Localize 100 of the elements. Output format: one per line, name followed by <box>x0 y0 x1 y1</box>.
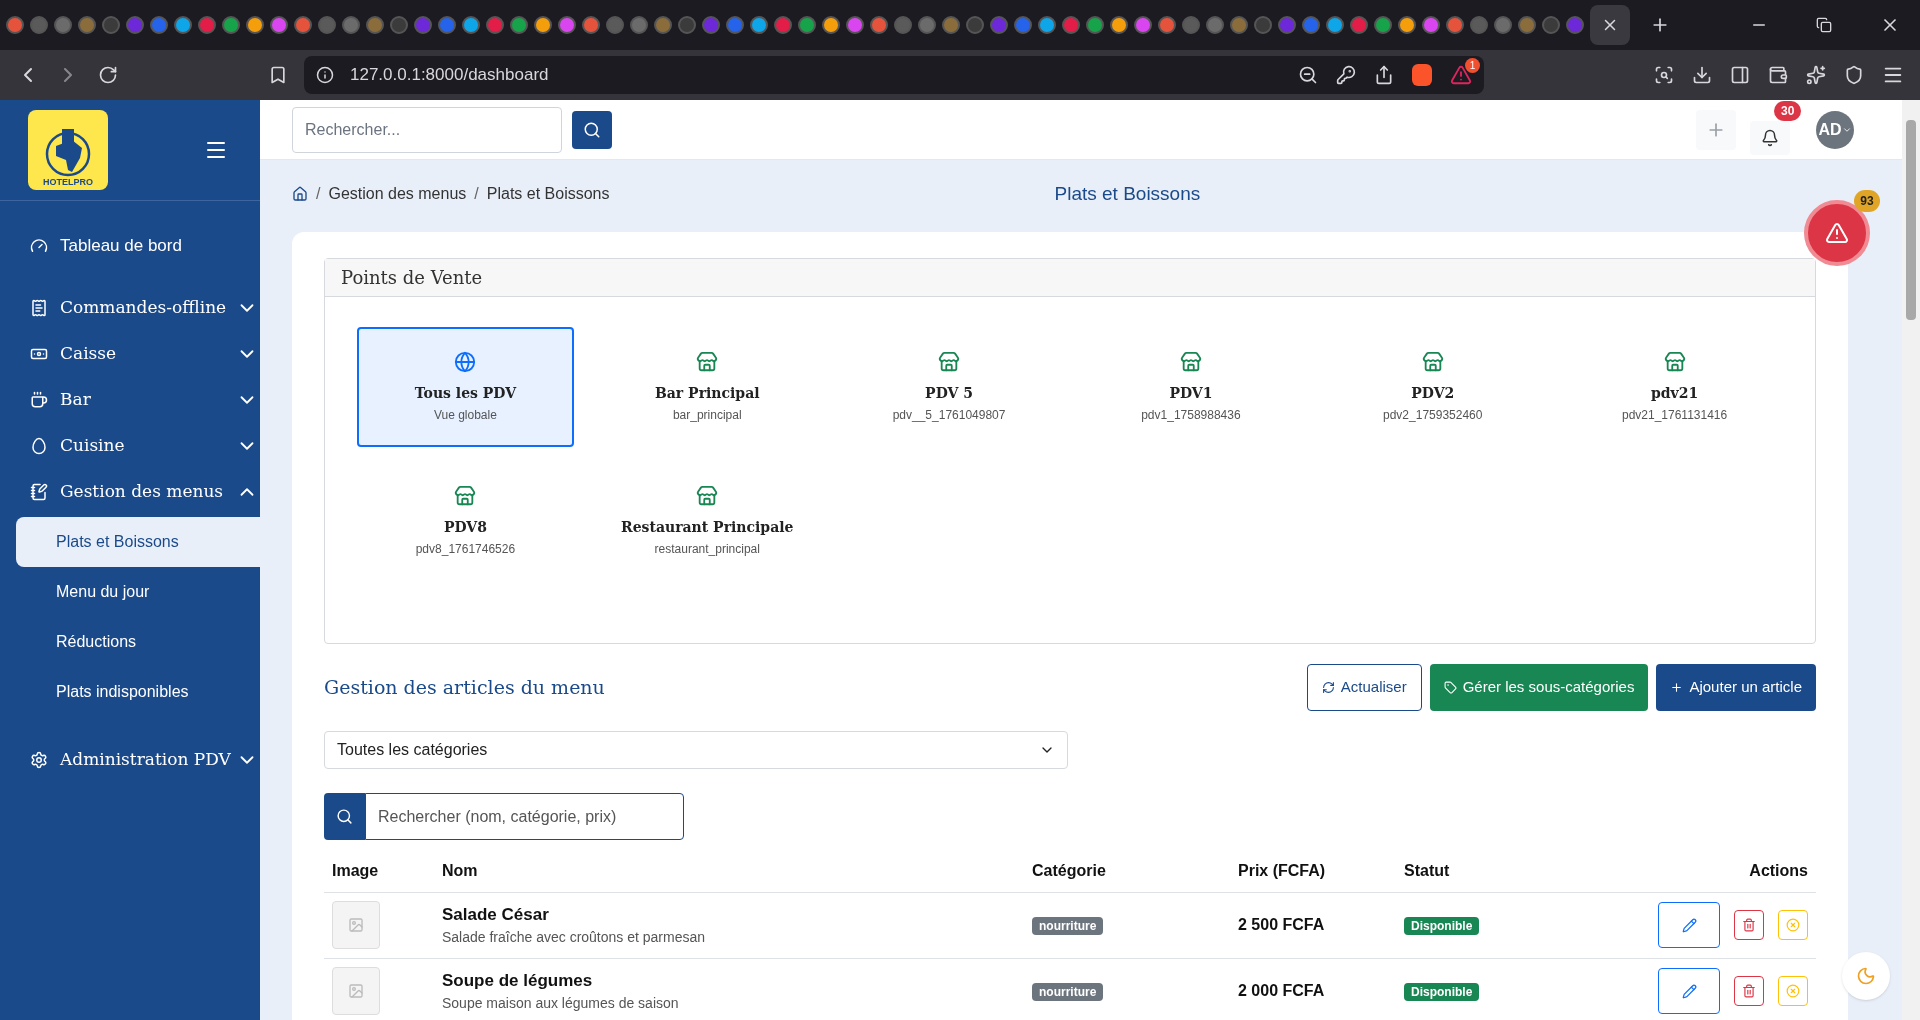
sidebar-subitem[interactable]: Plats indisponibles <box>16 667 260 717</box>
tab-favicon-icon[interactable] <box>534 16 552 34</box>
tab-favicon-icon[interactable] <box>174 16 192 34</box>
tab-favicon-icon[interactable] <box>1038 16 1056 34</box>
zoom-out-icon[interactable] <box>1298 65 1318 85</box>
tab-favicon-icon[interactable] <box>774 16 792 34</box>
tab-favicon-icon[interactable] <box>54 16 72 34</box>
tab-favicon-icon[interactable] <box>438 16 456 34</box>
tags-button[interactable]: Gérer les sous-catégories <box>1429 664 1649 711</box>
address-bar[interactable]: 127.0.0.1:8000/dashboard 1 <box>304 56 1484 94</box>
pdv-card[interactable]: Bar Principal bar_principal <box>598 327 816 447</box>
reload-icon[interactable] <box>98 65 118 85</box>
pdv-card[interactable]: PDV2 pdv2_1759352460 <box>1324 327 1542 447</box>
tab-favicon-icon[interactable] <box>1134 16 1152 34</box>
tab-favicon-icon[interactable] <box>1086 16 1104 34</box>
tab-favicon-icon[interactable] <box>654 16 672 34</box>
tab-favicon-icon[interactable] <box>750 16 768 34</box>
tab-favicon-icon[interactable] <box>462 16 480 34</box>
tab-favicon-icon[interactable] <box>1206 16 1224 34</box>
sidebar-item[interactable]: Commandes-offline <box>0 285 260 331</box>
refresh-button[interactable]: Actualiser <box>1306 664 1422 711</box>
scrollbar[interactable] <box>1902 100 1920 1020</box>
add-button[interactable]: Ajouter un article <box>1656 664 1816 711</box>
sidebar-toggle-icon[interactable] <box>1730 65 1750 85</box>
tab-favicon-icon[interactable] <box>1062 16 1080 34</box>
sidebar-item[interactable]: Administration PDV <box>0 737 260 783</box>
tab-favicon-icon[interactable] <box>870 16 888 34</box>
tab-favicon-icon[interactable] <box>1494 16 1512 34</box>
tab-favicon-icon[interactable] <box>510 16 528 34</box>
tab-favicon-icon[interactable] <box>198 16 216 34</box>
tab-favicon-icon[interactable] <box>366 16 384 34</box>
key-icon[interactable] <box>1336 65 1356 85</box>
tab-favicon-icon[interactable] <box>1326 16 1344 34</box>
delete-button[interactable] <box>1734 910 1764 940</box>
tab-favicon-icon[interactable] <box>1374 16 1392 34</box>
tab-favicon-icon[interactable] <box>6 16 24 34</box>
tab-favicon-icon[interactable] <box>582 16 600 34</box>
pdv-card[interactable]: PDV1 pdv1_1758988436 <box>1082 327 1300 447</box>
sidebar-subitem[interactable]: Menu du jour <box>16 567 260 617</box>
tab-favicon-icon[interactable] <box>246 16 264 34</box>
wallet-icon[interactable] <box>1768 65 1788 85</box>
tab-favicon-icon[interactable] <box>486 16 504 34</box>
pdv-card[interactable]: Tous les PDV Vue globale <box>357 327 574 447</box>
tab-favicon-icon[interactable] <box>1398 16 1416 34</box>
category-select[interactable]: Toutes les catégories <box>324 731 1068 769</box>
tab-favicon-icon[interactable] <box>1158 16 1176 34</box>
tab-favicon-icon[interactable] <box>294 16 312 34</box>
tab-favicon-icon[interactable] <box>846 16 864 34</box>
sidebar-item[interactable]: Tableau de bord <box>0 223 260 269</box>
tab-favicon-icon[interactable] <box>1446 16 1464 34</box>
edit-button[interactable] <box>1658 902 1720 948</box>
pdv-card[interactable]: PDV8 pdv8_1761746526 <box>357 461 574 581</box>
sidebar-subitem[interactable]: Réductions <box>16 617 260 667</box>
pdv-card[interactable]: PDV 5 pdv__5_1761049807 <box>840 327 1058 447</box>
hotel-logo[interactable]: HOTELPRO <box>28 110 108 190</box>
tab-favicon-icon[interactable] <box>798 16 816 34</box>
download-icon[interactable] <box>1692 65 1712 85</box>
tab-favicon-icon[interactable] <box>726 16 744 34</box>
tab-favicon-icon[interactable] <box>822 16 840 34</box>
tab-favicon-icon[interactable] <box>1518 16 1536 34</box>
share-icon[interactable] <box>1374 65 1394 85</box>
pdv-card[interactable]: Restaurant Principale restaurant_principal <box>598 461 816 581</box>
sidebar-item[interactable]: Cuisine <box>0 423 260 469</box>
tab-favicon-icon[interactable] <box>1110 16 1128 34</box>
restore-icon[interactable] <box>1816 17 1832 33</box>
tab-favicon-icon[interactable] <box>918 16 936 34</box>
article-search-field[interactable]: Rechercher (nom, catégorie, prix) <box>365 793 684 840</box>
sidebar-item[interactable]: Gestion des menus <box>0 469 260 515</box>
tab-favicon-icon[interactable] <box>1014 16 1032 34</box>
tab-favicon-icon[interactable] <box>222 16 240 34</box>
bookmark-icon[interactable] <box>268 65 288 85</box>
screenshot-icon[interactable] <box>1654 65 1674 85</box>
search-button[interactable] <box>572 110 612 149</box>
rewards-triangle-icon[interactable] <box>1450 64 1472 86</box>
tab-favicon-icon[interactable] <box>1422 16 1440 34</box>
shield-icon[interactable] <box>1844 65 1864 85</box>
breadcrumb-item[interactable]: Gestion des menus <box>328 182 467 206</box>
sidebar-item[interactable]: Bar <box>0 377 260 423</box>
notification-button[interactable] <box>1750 120 1790 155</box>
delete-button[interactable] <box>1734 976 1764 1006</box>
tab-favicon-icon[interactable] <box>78 16 96 34</box>
avatar-button[interactable]: AD <box>1816 110 1854 149</box>
sidebar-item[interactable]: Caisse <box>0 331 260 377</box>
tab-favicon-icon[interactable] <box>942 16 960 34</box>
tab-favicon-icon[interactable] <box>1302 16 1320 34</box>
active-tab[interactable] <box>1590 5 1630 45</box>
tab-favicon-icon[interactable] <box>558 16 576 34</box>
edit-button[interactable] <box>1658 968 1720 1014</box>
status-badge: Disponible <box>1404 917 1480 935</box>
pdv-card[interactable]: pdv21 pdv21_1761131416 <box>1566 327 1783 447</box>
sparkle-icon[interactable] <box>1806 65 1826 85</box>
tab-favicon-icon[interactable] <box>630 16 648 34</box>
tab-favicon-icon[interactable] <box>342 16 360 34</box>
search-field[interactable]: Rechercher... <box>292 106 562 153</box>
home-icon[interactable] <box>292 186 308 202</box>
tab-favicon-icon[interactable] <box>1350 16 1368 34</box>
tab-favicon-icon[interactable] <box>150 16 168 34</box>
tab-favicon-icon[interactable] <box>1230 16 1248 34</box>
sidebar-subitem[interactable]: Plats et Boissons <box>16 517 260 567</box>
tab-favicon-icon[interactable] <box>270 16 288 34</box>
